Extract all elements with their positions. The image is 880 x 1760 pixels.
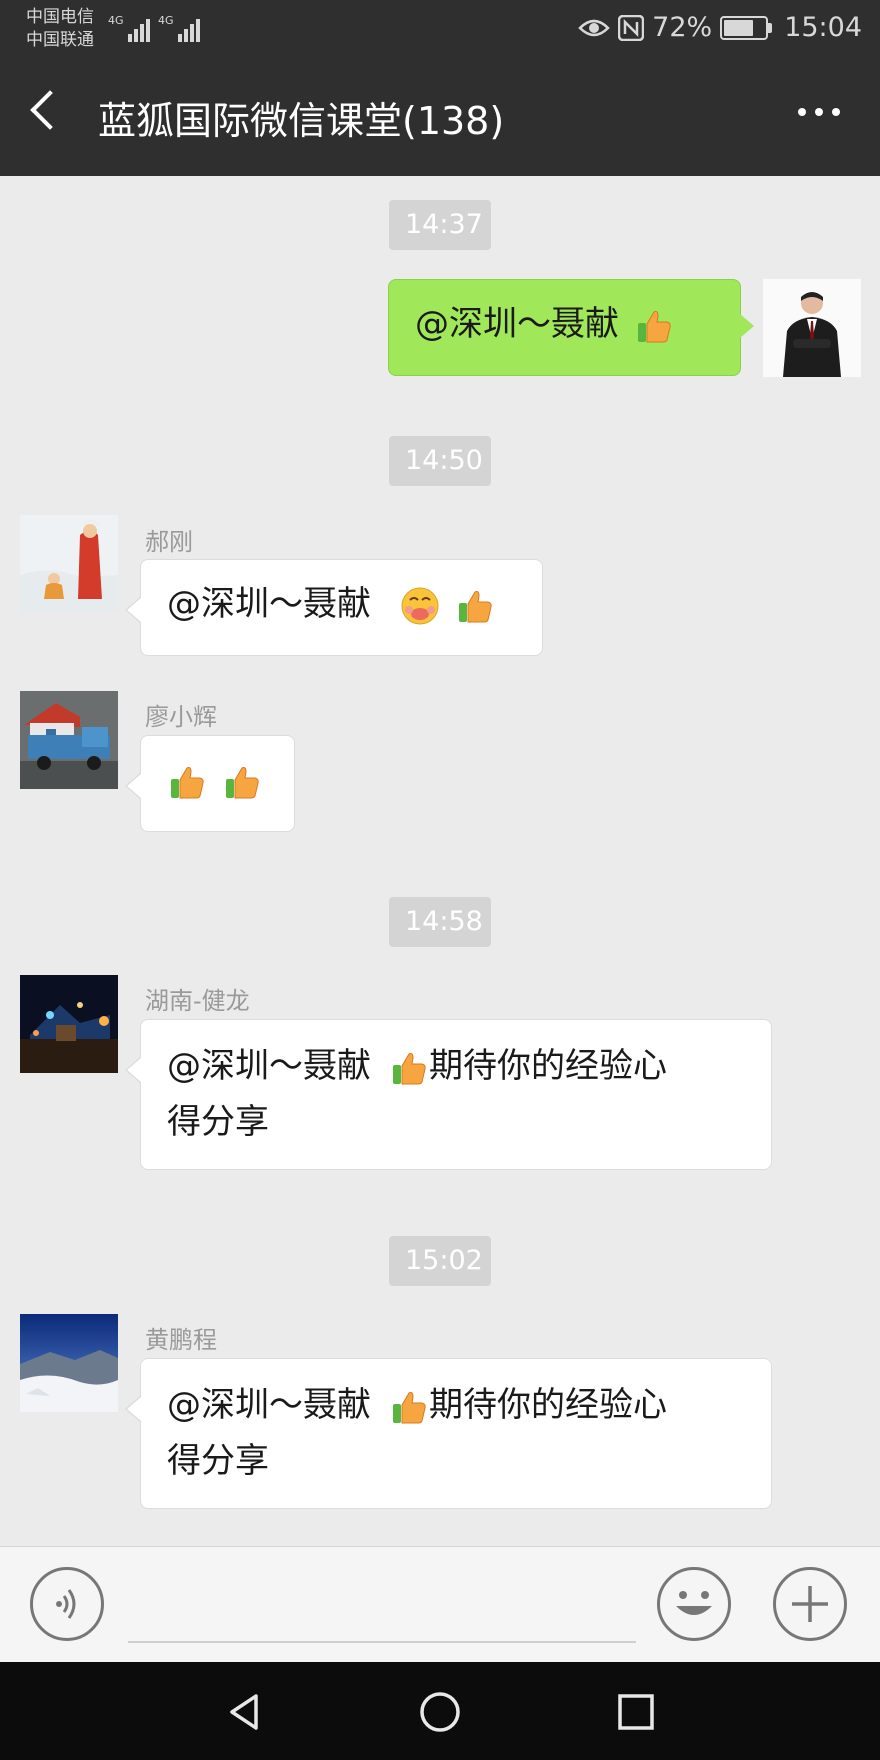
timestamp: 14:37 [389, 200, 491, 250]
carrier-labels: 中国电信 中国联通 [26, 6, 94, 52]
net-1-label: 4G [108, 14, 124, 27]
sender-avatar[interactable] [20, 515, 118, 613]
message-text: @深圳～聂献 [415, 304, 619, 344]
message-bubble[interactable]: @深圳～聂献 [125, 559, 543, 656]
battery-percent: 72% [652, 12, 713, 43]
thumbs-up-emoji-icon [458, 590, 492, 622]
input-bar [0, 1546, 880, 1663]
thumbs-up-emoji-icon [637, 310, 671, 342]
sender-avatar[interactable] [20, 691, 118, 789]
sender-avatar[interactable] [20, 975, 118, 1073]
voice-icon [56, 1589, 76, 1619]
thumbs-up-emoji-icon [393, 1052, 426, 1084]
status-bar: 中国电信 中国联通 4G 4G 72% 15:04 [0, 0, 880, 58]
my-avatar[interactable] [763, 279, 861, 377]
net-2-label: 4G [158, 14, 174, 27]
sender-name: 湖南-健龙 [145, 987, 250, 1015]
thumbs-up-emoji-icon [171, 766, 204, 798]
thumbs-up-emoji-icon [393, 1391, 426, 1423]
message-text: @深圳～聂献 [167, 584, 371, 624]
sender-name: 郝刚 [145, 528, 193, 556]
voice-input-button[interactable] [30, 1567, 104, 1641]
eye-icon [578, 19, 610, 36]
my-message-bubble[interactable]: @深圳～聂献 [388, 279, 754, 376]
add-more-button[interactable] [773, 1567, 847, 1641]
plus-icon [792, 1586, 828, 1622]
nav-recents-icon[interactable] [614, 1690, 658, 1734]
message-text: 期待你的经验心 [429, 1046, 667, 1086]
nav-back-icon[interactable] [222, 1690, 266, 1734]
battery-icon [720, 15, 773, 40]
thumbs-up-emoji-icon [225, 766, 259, 798]
more-options-icon[interactable] [798, 108, 840, 116]
timestamp: 15:02 [389, 1236, 491, 1286]
message-text: 得分享 [167, 1441, 269, 1481]
message-text: 得分享 [167, 1102, 269, 1142]
nfc-icon [618, 14, 645, 41]
message-bubble[interactable] [125, 735, 295, 832]
smiley-icon [676, 1591, 712, 1615]
message-bubble[interactable]: @深圳～聂献 期待你的经验心 得分享 [125, 1358, 772, 1509]
carrier-1: 中国电信 [26, 7, 94, 27]
sender-name: 廖小辉 [145, 703, 217, 731]
message-text: @深圳～聂献 [167, 1046, 371, 1086]
message-text: 期待你的经验心 [429, 1385, 667, 1425]
message-bubble[interactable]: @深圳～聂献 期待你的经验心 得分享 [125, 1019, 772, 1170]
chat-header: 蓝狐国际微信课堂(138) [0, 58, 880, 176]
status-right: 72% 15:04 [578, 12, 862, 43]
timestamp: 14:50 [389, 436, 491, 486]
chat-title: 蓝狐国际微信课堂(138) [98, 99, 505, 143]
system-nav-bar [0, 1662, 880, 1760]
sender-name: 黄鹏程 [145, 1326, 217, 1354]
emoji-button[interactable] [657, 1567, 731, 1641]
message-text: @深圳～聂献 [167, 1385, 371, 1425]
nav-home-icon[interactable] [418, 1690, 462, 1734]
timestamp: 14:58 [389, 897, 491, 947]
text-input[interactable] [128, 1641, 636, 1643]
clock: 15:04 [784, 12, 862, 43]
carrier-2: 中国联通 [26, 30, 94, 50]
sender-avatar[interactable] [20, 1314, 118, 1412]
back-arrow-icon[interactable] [30, 90, 70, 130]
grin-emoji-icon [401, 587, 439, 624]
